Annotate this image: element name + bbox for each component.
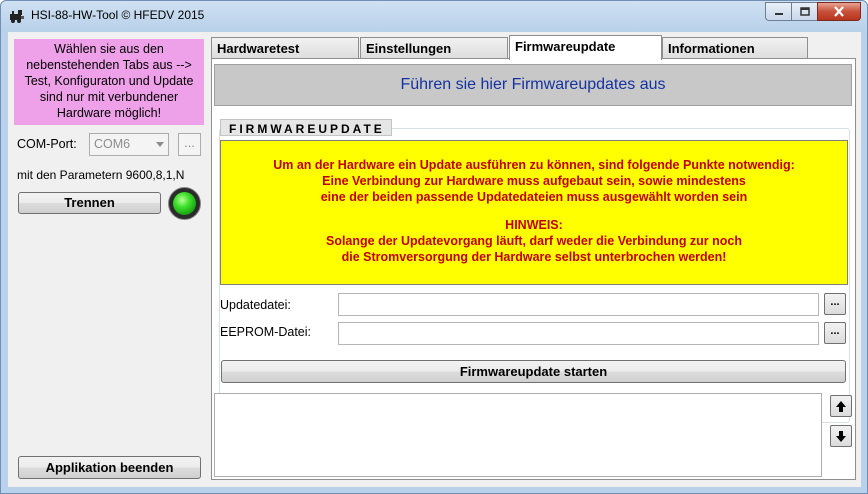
info-line: Hardware möglich! bbox=[56, 106, 162, 120]
update-file-browse-button[interactable]: ... bbox=[824, 293, 846, 315]
app-window: HSI-88-HW-Tool © HFEDV 2015 Wählen sie a… bbox=[0, 0, 868, 494]
maximize-icon bbox=[799, 7, 810, 16]
update-file-label: Updatedatei: bbox=[220, 298, 291, 312]
warning-line: Um an der Hardware ein Update ausführen … bbox=[273, 158, 795, 172]
window-title: HSI-88-HW-Tool © HFEDV 2015 bbox=[31, 8, 205, 22]
close-button[interactable] bbox=[817, 2, 861, 21]
update-file-input[interactable] bbox=[338, 293, 819, 316]
arrow-down-icon bbox=[836, 430, 846, 442]
eeprom-file-input[interactable] bbox=[338, 322, 819, 345]
info-line: Test, Konfiguraton und Update bbox=[24, 74, 194, 88]
hint-line: HINWEIS: bbox=[505, 218, 563, 232]
chevron-down-icon bbox=[156, 142, 164, 147]
exit-application-button[interactable]: Applikation beenden bbox=[18, 456, 201, 479]
eeprom-file-label: EEPROM-Datei: bbox=[220, 325, 311, 339]
minimize-button[interactable] bbox=[765, 2, 791, 21]
warning-line: eine der beiden passende Updatedateien m… bbox=[320, 190, 748, 204]
panel-heading: Führen sie hier Firmwareupdates aus bbox=[214, 64, 852, 106]
requirements-warning: Um an der Hardware ein Update ausführen … bbox=[220, 140, 848, 285]
info-line: nebenstehenden Tabs aus --> bbox=[26, 58, 192, 72]
com-port-label: COM-Port: bbox=[17, 137, 77, 151]
start-firmwareupdate-button[interactable]: Firmwareupdate starten bbox=[221, 360, 846, 383]
tab-hardwaretest[interactable]: Hardwaretest bbox=[211, 37, 359, 59]
tab-einstellungen[interactable]: Einstellungen bbox=[360, 37, 508, 59]
connection-status-led bbox=[168, 187, 201, 220]
warning-line: Eine Verbindung zur Hardware muss aufgeb… bbox=[322, 174, 746, 188]
maximize-button[interactable] bbox=[791, 2, 817, 21]
scroll-up-button[interactable] bbox=[830, 395, 852, 417]
eeprom-file-browse-button[interactable]: ... bbox=[824, 322, 846, 344]
hint-line: die Stromversorgung der Hardware selbst … bbox=[341, 250, 727, 264]
tab-firmwareupdate[interactable]: Firmwareupdate bbox=[509, 35, 662, 60]
tab-informationen[interactable]: Informationen bbox=[662, 37, 808, 59]
locomotive-icon bbox=[10, 10, 24, 23]
arrow-up-icon bbox=[836, 400, 846, 412]
group-title: FIRMWAREUPDATE bbox=[220, 119, 392, 136]
info-line: Wählen sie aus den bbox=[54, 42, 164, 56]
scroll-down-button[interactable] bbox=[830, 425, 852, 447]
disconnect-button[interactable]: Trennen bbox=[18, 192, 161, 214]
com-port-value: COM6 bbox=[94, 137, 131, 151]
info-message: Wählen sie aus den nebenstehenden Tabs a… bbox=[14, 39, 204, 125]
close-icon bbox=[834, 6, 844, 17]
com-port-select[interactable]: COM6 bbox=[89, 133, 169, 156]
minimize-icon bbox=[774, 12, 783, 15]
info-line: sind nur mit verbundener bbox=[39, 90, 179, 104]
title-bar[interactable]: HSI-88-HW-Tool © HFEDV 2015 bbox=[1, 1, 867, 31]
client-area: Wählen sie aus den nebenstehenden Tabs a… bbox=[8, 32, 861, 487]
connection-params: mit den Parametern 9600,8,1,N bbox=[17, 168, 185, 182]
com-port-browse-button[interactable]: ... bbox=[178, 133, 201, 156]
firmwareupdate-panel: Führen sie hier Firmwareupdates aus FIRM… bbox=[211, 58, 856, 480]
status-led-icon bbox=[173, 192, 196, 215]
update-log[interactable] bbox=[214, 393, 822, 477]
hint-line: Solange der Updatevorgang läuft, darf we… bbox=[325, 234, 743, 248]
